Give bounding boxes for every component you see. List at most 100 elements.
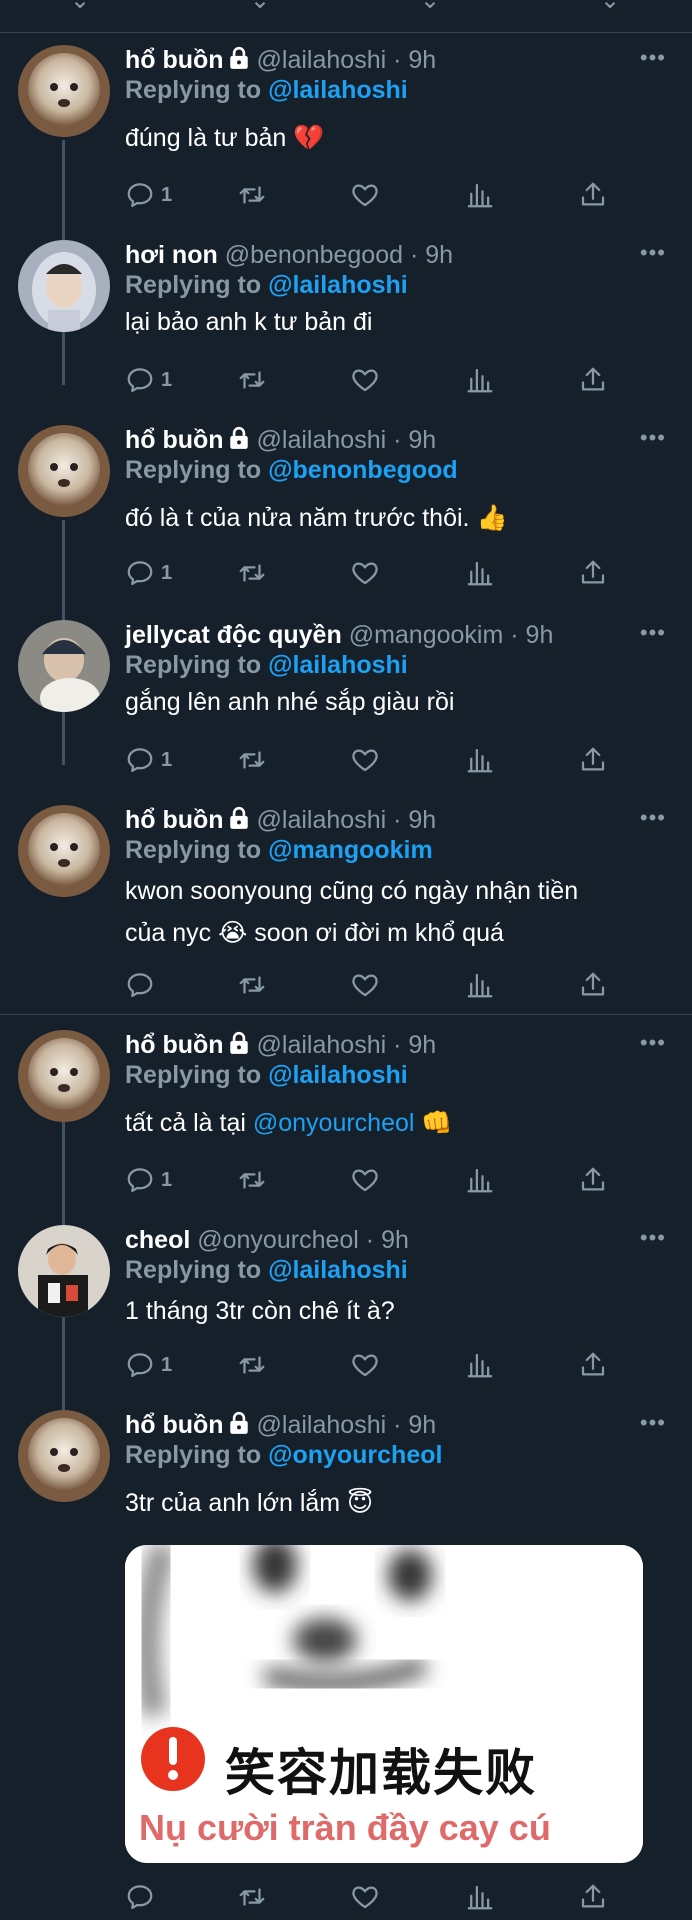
replying-to-mention[interactable]: @benonbegood [268, 456, 458, 484]
retweet-button[interactable] [237, 365, 267, 395]
analytics-button[interactable] [465, 180, 495, 210]
timestamp[interactable]: · 9h [393, 46, 436, 74]
avatar[interactable] [18, 1225, 110, 1317]
like-button[interactable] [350, 558, 380, 588]
avatar[interactable] [18, 805, 110, 897]
replying-to-label: Replying to [125, 836, 262, 864]
like-button[interactable] [350, 745, 380, 775]
handle[interactable]: @lailahoshi [257, 426, 387, 454]
like-button[interactable] [350, 1882, 380, 1912]
replying-to-mention[interactable]: @lailahoshi [268, 1256, 408, 1284]
more-options-button[interactable]: ••• [640, 620, 666, 646]
display-name[interactable]: cheol [125, 1226, 190, 1254]
share-button[interactable] [578, 1350, 608, 1380]
more-options-button[interactable]: ••• [640, 1030, 666, 1056]
replying-to-mention[interactable]: @onyourcheol [268, 1441, 442, 1469]
mention-link[interactable]: @onyourcheol [253, 1109, 415, 1137]
handle[interactable]: @lailahoshi [257, 806, 387, 834]
reply-button[interactable] [125, 1882, 155, 1912]
avatar[interactable] [18, 240, 110, 332]
handle[interactable]: @benonbegood [225, 241, 403, 269]
retweet-button[interactable] [237, 1350, 267, 1380]
reply-button[interactable]: 1 [125, 1350, 172, 1380]
tweet-actions: 1 [125, 180, 615, 212]
handle[interactable]: @mangookim [349, 621, 504, 649]
reply-button[interactable]: 1 [125, 1165, 172, 1195]
timestamp[interactable]: · 9h [366, 1226, 409, 1254]
handle[interactable]: @lailahoshi [257, 1031, 387, 1059]
share-button[interactable] [578, 1882, 608, 1912]
display-name[interactable]: hổ buồn [125, 46, 224, 74]
timestamp[interactable]: · 9h [393, 426, 436, 454]
retweet-icon[interactable]: ⌄ [250, 0, 270, 15]
analytics-button[interactable] [465, 365, 495, 395]
analytics-icon [465, 1165, 495, 1195]
handle[interactable]: @lailahoshi [257, 46, 387, 74]
retweet-button[interactable] [237, 1882, 267, 1912]
share-button[interactable] [578, 745, 608, 775]
more-options-button[interactable]: ••• [640, 425, 666, 451]
display-name[interactable]: hơi non [125, 241, 218, 269]
handle[interactable]: @lailahoshi [257, 1411, 387, 1439]
reply-icon[interactable]: ⌄ [70, 0, 90, 15]
analytics-button[interactable] [465, 1165, 495, 1195]
display-name[interactable]: hổ buồn [125, 806, 224, 834]
share-button[interactable] [578, 1165, 608, 1195]
more-options-button[interactable]: ••• [640, 240, 666, 266]
display-name[interactable]: hổ buồn [125, 1411, 224, 1439]
reply-icon [125, 745, 155, 775]
share-button[interactable] [578, 558, 608, 588]
avatar[interactable] [18, 620, 110, 712]
retweet-button[interactable] [237, 745, 267, 775]
more-options-button[interactable]: ••• [640, 45, 666, 71]
timestamp[interactable]: · 9h [393, 806, 436, 834]
display-name[interactable]: jellycat độc quyền [125, 621, 342, 649]
avatar[interactable] [18, 1410, 110, 1502]
retweet-button[interactable] [237, 1165, 267, 1195]
replying-to-mention[interactable]: @lailahoshi [268, 271, 408, 299]
retweet-button[interactable] [237, 180, 267, 210]
replying-to-mention[interactable]: @lailahoshi [268, 1061, 408, 1089]
analytics-button[interactable] [465, 558, 495, 588]
timestamp[interactable]: · 9h [393, 1031, 436, 1059]
analytics-button[interactable] [465, 1882, 495, 1912]
like-button[interactable] [350, 970, 380, 1000]
like-button[interactable] [350, 180, 380, 210]
share-button[interactable] [578, 365, 608, 395]
analytics-button[interactable] [465, 1350, 495, 1380]
reply-button[interactable]: 1 [125, 180, 172, 210]
timestamp[interactable]: · 9h [393, 1411, 436, 1439]
display-name[interactable]: hổ buồn [125, 426, 224, 454]
like-icon[interactable]: ⌄ [420, 0, 440, 15]
like-button[interactable] [350, 365, 380, 395]
retweet-button[interactable] [237, 970, 267, 1000]
replying-to-mention[interactable]: @lailahoshi [268, 76, 408, 104]
share-icon[interactable]: ⌄ [600, 0, 620, 15]
reply-button[interactable]: 1 [125, 365, 172, 395]
attached-image[interactable]: 笑容加载失败 Nụ cười tràn đầy cay cú [125, 1545, 643, 1863]
timestamp[interactable]: · 9h [510, 621, 553, 649]
retweet-button[interactable] [237, 558, 267, 588]
like-button[interactable] [350, 1350, 380, 1380]
like-icon [350, 1882, 380, 1912]
like-button[interactable] [350, 1165, 380, 1195]
reply-icon [125, 180, 155, 210]
reply-button[interactable]: 1 [125, 745, 172, 775]
replying-to-mention[interactable]: @mangookim [268, 836, 433, 864]
display-name[interactable]: hổ buồn [125, 1031, 224, 1059]
analytics-button[interactable] [465, 745, 495, 775]
avatar[interactable] [18, 45, 110, 137]
more-options-button[interactable]: ••• [640, 805, 666, 831]
share-button[interactable] [578, 180, 608, 210]
reply-button[interactable]: 1 [125, 558, 172, 588]
handle[interactable]: @onyourcheol [197, 1226, 359, 1254]
reply-button[interactable] [125, 970, 155, 1000]
share-button[interactable] [578, 970, 608, 1000]
avatar[interactable] [18, 1030, 110, 1122]
avatar[interactable] [18, 425, 110, 517]
more-options-button[interactable]: ••• [640, 1410, 666, 1436]
replying-to-mention[interactable]: @lailahoshi [268, 651, 408, 679]
more-options-button[interactable]: ••• [640, 1225, 666, 1251]
timestamp[interactable]: · 9h [410, 241, 453, 269]
analytics-button[interactable] [465, 970, 495, 1000]
